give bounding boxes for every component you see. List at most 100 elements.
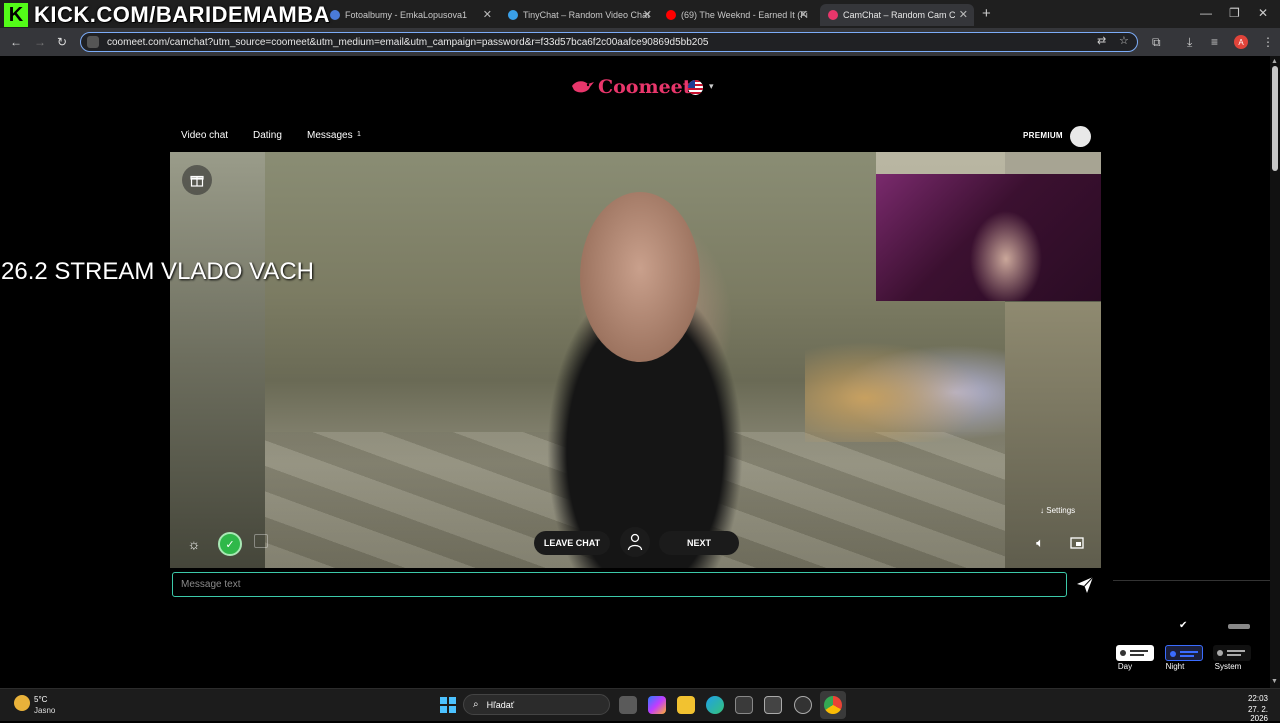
messages-count-badge: 1 <box>357 131 361 138</box>
tab-close-icon[interactable]: ✕ <box>643 8 652 21</box>
theme-day-label: Day <box>1117 662 1133 671</box>
nav-messages[interactable]: Messages <box>307 130 353 141</box>
extensions-icon[interactable]: ⧉ <box>1152 35 1161 50</box>
clock-time[interactable]: 22:03 <box>1240 694 1268 703</box>
theme-system-option[interactable] <box>1213 645 1251 661</box>
address-bar[interactable]: coomeet.com/camchat?utm_source=coomeet&u… <box>80 32 1138 52</box>
settings-label: Settings <box>1046 506 1076 515</box>
site-logo[interactable]: Coomeet <box>570 76 692 98</box>
video-toys-area <box>805 332 1005 442</box>
speaker-icon: 🔈︎ <box>1036 535 1044 550</box>
nav-video-chat[interactable]: Video chat <box>181 130 228 141</box>
app-icon[interactable] <box>794 696 812 714</box>
next-button[interactable]: NEXT <box>659 531 739 555</box>
file-explorer-icon[interactable] <box>677 696 695 714</box>
scroll-up-icon[interactable]: ▲ <box>1271 58 1278 65</box>
nav-dating[interactable]: Dating <box>253 130 282 141</box>
copilot-icon[interactable] <box>648 696 666 714</box>
windows-taskbar: 5°C Jasno ⌕ Hľadať 22:03 27. 2. 2026 <box>0 688 1280 723</box>
language-chevron-down-icon[interactable]: ▾ <box>709 81 714 92</box>
clock-date[interactable]: 27. 2. 2026 <box>1228 705 1268 723</box>
forward-icon[interactable]: → <box>34 35 46 49</box>
playlist-icon[interactable]: ≡ <box>1211 35 1218 49</box>
verified-button[interactable]: ✓ <box>218 532 242 556</box>
theme-system-label: System <box>1214 662 1242 671</box>
theme-panel <box>1113 580 1270 689</box>
kick-logo-icon: K <box>4 3 28 27</box>
video-stage: ☼ ✓ LEAVE CHAT NEXT ↓ Settings 🔈︎ <box>170 152 1101 568</box>
page-scrollbar[interactable]: ▲ ▼ <box>1270 56 1280 688</box>
theme-day-option[interactable] <box>1116 645 1154 661</box>
gift-button[interactable] <box>182 165 212 195</box>
theme-night-option[interactable] <box>1165 645 1203 661</box>
taskbar-search[interactable]: ⌕ Hľadať <box>463 694 610 715</box>
reload-icon[interactable]: ↻ <box>57 35 67 49</box>
task-view-icon[interactable] <box>619 696 637 714</box>
message-input[interactable] <box>172 572 1067 597</box>
close-window-icon[interactable]: ✕ <box>1258 6 1268 20</box>
kick-url-text: KICK.COM/BARIDEMAMBA <box>34 2 330 27</box>
new-tab-icon[interactable]: + <box>982 5 991 22</box>
tab-favicon-icon <box>666 10 676 20</box>
browser-tab[interactable]: (69) The Weeknd - Earned It (Fi ✕ <box>666 4 814 26</box>
store-icon[interactable] <box>735 696 753 714</box>
video-person-face <box>580 192 700 362</box>
theme-line <box>1227 650 1245 652</box>
translate-icon[interactable]: ⇄ <box>1097 34 1106 47</box>
profile-avatar[interactable]: A <box>1234 35 1248 49</box>
stream-title-overlay: 26.2 STREAM VLADO VACH <box>1 258 314 285</box>
camera-effects-button[interactable]: ☼ <box>182 532 206 556</box>
theme-line <box>1130 654 1144 656</box>
us-flag-icon[interactable] <box>688 80 703 95</box>
check-icon: ✓ <box>225 538 235 551</box>
leave-chat-button[interactable]: LEAVE CHAT <box>534 531 610 555</box>
profile-button[interactable] <box>620 527 650 557</box>
premium-link[interactable]: PREMIUM <box>1023 131 1063 140</box>
user-avatar[interactable] <box>1070 126 1091 147</box>
minimize-icon[interactable]: — <box>1200 6 1212 20</box>
browser-tab[interactable]: TinyChat – Random Video Chat ✕ <box>508 4 658 26</box>
tab-title: CamChat – Random Cam Ch <box>843 10 955 20</box>
send-icon[interactable] <box>1076 576 1094 594</box>
tab-title: (69) The Weeknd - Earned It (Fi <box>681 10 808 20</box>
tab-close-icon[interactable]: ✕ <box>483 8 492 21</box>
user-icon <box>627 533 643 551</box>
site-info-icon[interactable] <box>87 36 99 48</box>
theme-dot <box>1217 650 1223 656</box>
settings-button[interactable]: ↓ Settings <box>1040 506 1075 515</box>
url-text: coomeet.com/camchat?utm_source=coomeet&u… <box>107 36 709 48</box>
pip-toggle-button[interactable] <box>1067 533 1087 553</box>
scroll-thumb[interactable] <box>1272 66 1278 171</box>
maximize-icon[interactable]: ❐ <box>1229 6 1240 20</box>
menu-icon[interactable]: ⋮ <box>1262 35 1274 49</box>
theme-dot <box>1170 651 1176 657</box>
download-icon[interactable]: ⤓ <box>1187 35 1192 50</box>
browser-tab-active[interactable]: CamChat – Random Cam Ch ✕ <box>820 4 974 26</box>
coomeet-bird-icon <box>572 81 594 93</box>
tab-title: TinyChat – Random Video Chat <box>523 10 650 20</box>
app-icon[interactable] <box>764 696 782 714</box>
weather-sun-icon[interactable] <box>14 695 30 711</box>
theme-panel-handle[interactable] <box>1228 624 1250 629</box>
search-placeholder: Hľadať <box>486 699 515 710</box>
self-video-pip <box>876 174 1101 301</box>
chrome-icon[interactable] <box>824 696 842 714</box>
video-blur-right <box>1004 302 1101 568</box>
browser-toolbar: ← → ↻ coomeet.com/camchat?utm_source=coo… <box>0 28 1280 56</box>
snapshot-button[interactable] <box>254 534 268 548</box>
windows-start-icon[interactable] <box>440 697 456 713</box>
logo-text: Coomeet <box>598 76 692 98</box>
tab-close-icon[interactable]: ✕ <box>799 8 808 21</box>
tab-favicon-icon <box>508 10 518 20</box>
browser-tab[interactable]: Fotoalbumy - EmkaLopusova1 ✕ <box>330 4 498 26</box>
bookmark-star-icon[interactable]: ☆ <box>1119 34 1129 47</box>
edge-icon[interactable] <box>706 696 724 714</box>
tab-close-icon[interactable]: ✕ <box>959 8 968 21</box>
volume-button[interactable]: 🔈︎ <box>1030 533 1050 553</box>
scroll-down-icon[interactable]: ▼ <box>1271 678 1278 685</box>
theme-line <box>1180 651 1198 653</box>
back-icon[interactable]: ← <box>10 35 22 49</box>
check-icon: ✔ <box>1179 620 1188 631</box>
pip-top-strip <box>876 152 1101 174</box>
theme-dot <box>1120 650 1126 656</box>
